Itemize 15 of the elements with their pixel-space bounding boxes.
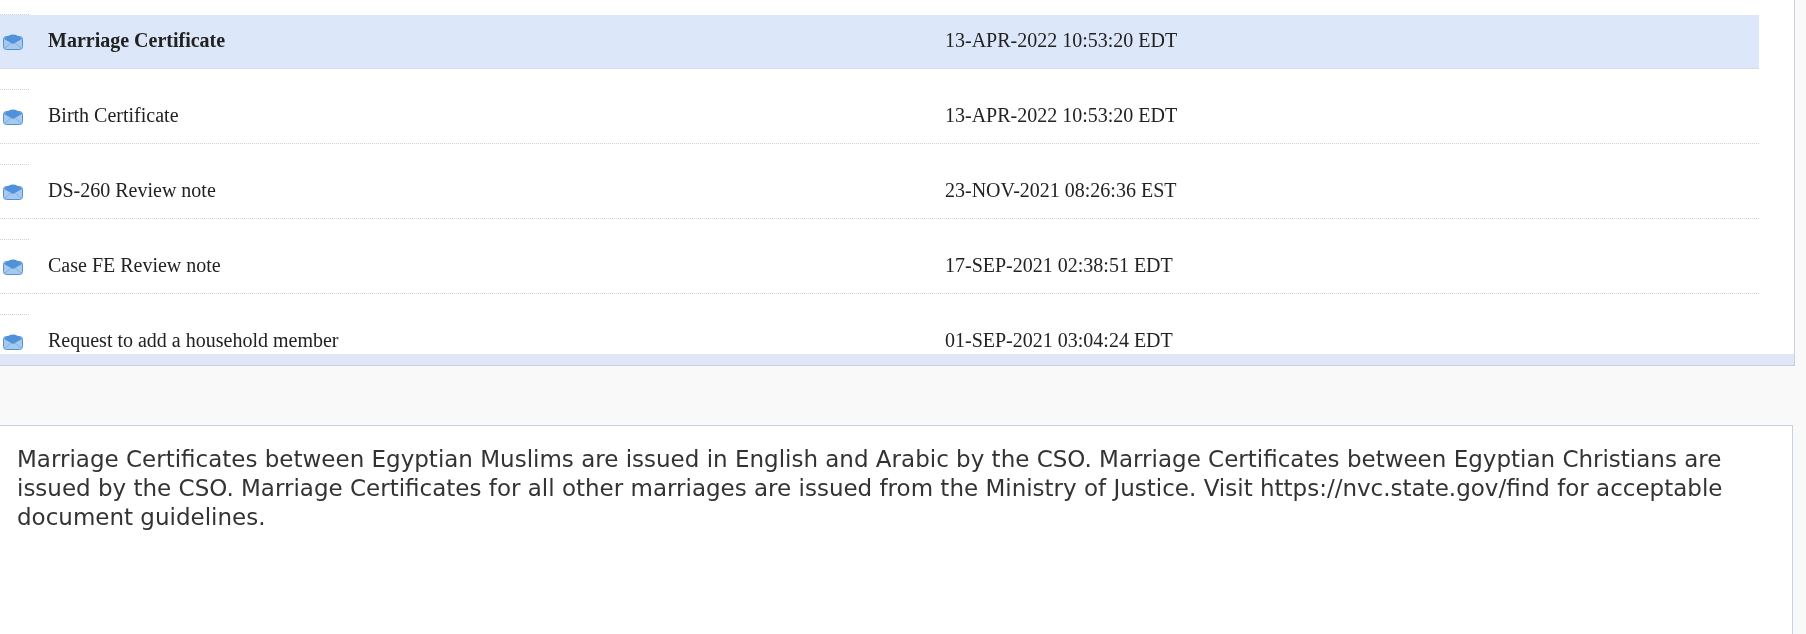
message-date: 01-SEP-2021 03:04:24 EDT [945,329,1173,351]
message-row[interactable]: Marriage Certificate 13-APR-2022 10:53:20 EDT [0,15,1759,69]
message-subject: Case FE Review note [48,254,222,276]
message-body-text: Marriage Certificates between Egyptian Muslims are issued in English and Arabic by the CSO. Marriage Certificates between Egyptian Christians are issued by the CSO. Marriage Certificates for all other marriages are issued from the Ministry of Justice. Visit https://nvc.state.gov/find for acceptable document guidelines. [17,445,1724,532]
message-subject: Birth Certificate [48,104,180,126]
message-date: 13-APR-2022 10:53:20 EDT [945,29,1178,51]
message-row[interactable]: DS-260 Review note 23-NOV-2021 08:26:36 EST [0,165,1759,219]
message-row[interactable]: Birth Certificate 13-APR-2022 10:53:20 EDT [0,90,1759,144]
message-row[interactable]: Case FE Review note 17-SEP-2021 02:38:51 EDT [0,240,1759,294]
message-date: 23-NOV-2021 08:26:36 EST [945,179,1177,201]
message-date: 13-APR-2022 10:53:20 EDT [945,104,1178,126]
message-date: 17-SEP-2021 02:38:51 EDT [945,254,1173,276]
message-subject: Request to add a household member [48,329,340,351]
message-subject: Marriage Certificate [48,29,227,51]
message-subject: DS-260 Review note [48,179,217,201]
